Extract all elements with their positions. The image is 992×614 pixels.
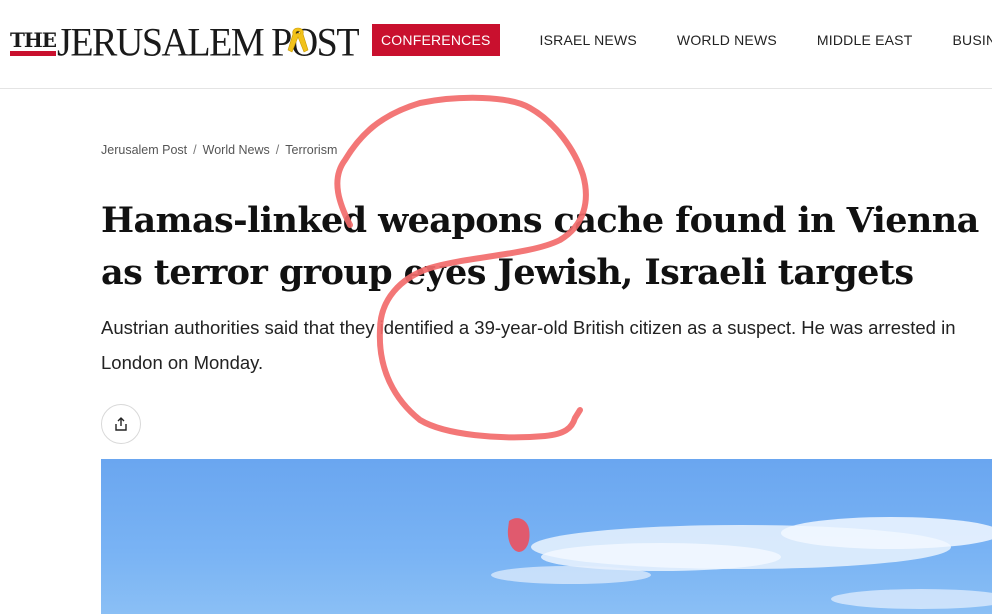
sky-photo bbox=[491, 517, 992, 609]
breadcrumb: Jerusalem Post / World News / Terrorism bbox=[101, 143, 337, 157]
article-subhead: Austrian authorities said that they iden… bbox=[101, 317, 956, 373]
logo-wordmark: JERUSALEM POST bbox=[57, 20, 360, 66]
breadcrumb-separator: / bbox=[193, 143, 197, 157]
share-button[interactable] bbox=[101, 404, 141, 444]
breadcrumb-world-news[interactable]: World News bbox=[203, 143, 270, 157]
main-nav: CONFERENCES ISRAEL NEWS WORLD NEWS MIDDL… bbox=[372, 24, 992, 56]
hero-image bbox=[101, 459, 992, 614]
nav-middle-east[interactable]: MIDDLE EAST bbox=[817, 32, 913, 48]
logo-the: THE bbox=[10, 28, 57, 56]
nav-conferences-button[interactable]: CONFERENCES bbox=[372, 24, 500, 56]
article-headline: Hamas-linked weapons cache found in Vien… bbox=[101, 200, 979, 293]
nav-world-news[interactable]: WORLD NEWS bbox=[677, 32, 777, 48]
breadcrumb-home[interactable]: Jerusalem Post bbox=[101, 143, 187, 157]
breadcrumb-separator: / bbox=[275, 143, 280, 157]
breadcrumb-terrorism[interactable]: Terrorism bbox=[285, 143, 337, 157]
share-icon bbox=[115, 417, 127, 431]
yellow-ribbon-icon bbox=[287, 27, 309, 53]
nav-israel-news[interactable]: ISRAEL NEWS bbox=[540, 32, 637, 48]
site-header: THE JERUSALEM POST CONFERENCES ISRAEL NE… bbox=[0, 0, 992, 89]
nav-business[interactable]: BUSINESS & bbox=[952, 32, 992, 48]
